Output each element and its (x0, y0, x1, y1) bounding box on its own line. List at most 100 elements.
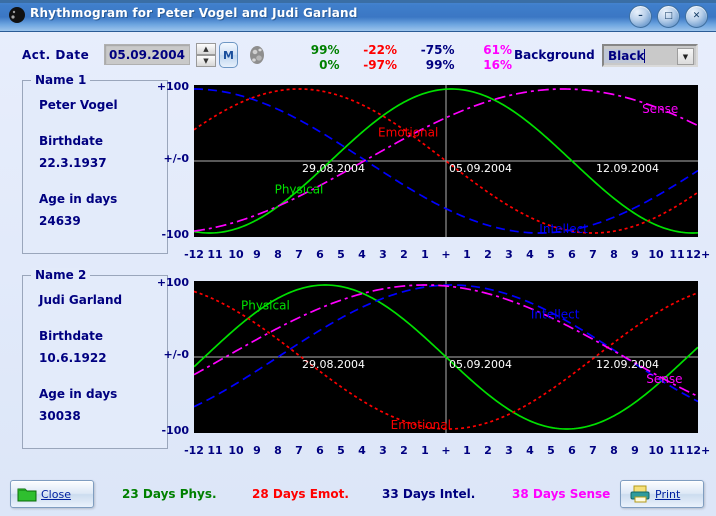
x-tick: 5 (337, 248, 345, 261)
text-caret (644, 48, 646, 63)
y-axis-chart-2: +100 +/-0 -100 (155, 276, 189, 438)
minimize-button[interactable]: – (629, 5, 652, 28)
background-label: Background (514, 48, 595, 62)
x-tick: 10 (228, 444, 244, 457)
person-2-birthdate-label: Birthdate (39, 329, 104, 343)
percent-readout: 99% -22% -75% 61% 0% -97% 99% 16% (282, 42, 512, 72)
x-tick: 10 (648, 248, 664, 261)
curve-label-physical: Physical (275, 183, 324, 197)
y-tick-mid-2: +/-0 (163, 348, 189, 361)
x-tick: 2 (484, 248, 492, 261)
date-marker-label: 12.09.2004 (596, 162, 659, 175)
person-2-panel: Name 2 Judi Garland Birthdate 10.6.1922 … (22, 268, 168, 449)
act-date-input[interactable]: 05.09.2004 (104, 44, 190, 65)
chart-person-1[interactable]: 29.08.2004 05.09.2004 12.09.2004 Physical Em… (194, 85, 698, 237)
x-tick: 11 (669, 248, 685, 261)
x-tick: -12 (184, 444, 204, 457)
percent-row-2: 0% -97% 99% 16% (282, 57, 512, 72)
person-1-birthdate-label: Birthdate (39, 134, 104, 148)
curve-label-sense: Sense (646, 372, 682, 386)
maximize-button[interactable]: □ (657, 5, 680, 28)
days-physical: 23 Days Phys. (122, 487, 217, 501)
x-tick: 11 (669, 444, 685, 457)
printer-icon (630, 485, 650, 503)
close-button-label: Close (41, 487, 71, 501)
date-marker-label: 29.08.2004 (302, 162, 365, 175)
x-tick: 1 (463, 248, 471, 261)
person-1-panel: Name 1 Peter Vogel Birthdate 22.3.1937 A… (22, 73, 168, 254)
y-tick-top-2: +100 (156, 276, 189, 289)
x-tick: 3 (379, 248, 387, 261)
x-tick: 2 (400, 248, 408, 261)
x-tick: 1 (463, 444, 471, 457)
background-selected-value: Black (604, 48, 645, 63)
print-button[interactable]: Print (620, 480, 704, 508)
date-marker-label: 05.09.2004 (449, 162, 512, 175)
x-tick: 4 (358, 444, 366, 457)
y-tick-top-1: +100 (156, 80, 189, 93)
x-tick: 12+ (685, 444, 711, 457)
window-controls: – □ ✕ (629, 5, 708, 28)
x-tick: 9 (253, 444, 261, 457)
x-tick: 2 (484, 444, 492, 457)
x-tick: + (441, 444, 451, 457)
days-sense: 38 Days Sense (512, 487, 611, 501)
x-tick: 3 (505, 444, 513, 457)
x-tick: 8 (610, 248, 618, 261)
x-tick: + (441, 248, 451, 261)
person-2-birthdate: 10.6.1922 (39, 351, 107, 365)
days-emotional: 28 Days Emot. (252, 487, 349, 501)
chevron-down-icon[interactable]: ▼ (677, 48, 694, 65)
x-axis-chart-1: -12 11 10 9 8 7 6 5 4 3 2 1 +1 2 3 4 5 6 7 8 9 10 11 12+ (184, 248, 710, 266)
close-window-button[interactable]: ✕ (685, 5, 708, 28)
date-stepper[interactable]: ▲ ▼ (196, 43, 216, 67)
x-tick: 8 (610, 444, 618, 457)
x-tick: 8 (274, 444, 282, 457)
person-2-age-days: 30038 (39, 409, 81, 423)
x-tick: 9 (631, 248, 639, 261)
curve-label-emotional: Emotional (391, 418, 451, 432)
curve-label-intellect: Intellect (531, 308, 580, 322)
y-axis-chart-1: +100 +/-0 -100 (155, 80, 189, 242)
person-2-age-label: Age in days (39, 387, 118, 401)
person-1-age-label: Age in days (39, 192, 118, 206)
month-button[interactable]: M (219, 42, 238, 68)
chart-person-2[interactable]: 29.08.2004 05.09.2004 12.09.2004 Physical Em… (194, 281, 698, 433)
y-tick-bottom-2: -100 (161, 424, 189, 437)
x-tick: 4 (358, 248, 366, 261)
x-tick: 11 (207, 444, 223, 457)
x-tick: 8 (274, 248, 282, 261)
percent-physical-2: 0% (319, 57, 340, 72)
x-axis-chart-2: -12 11 10 9 8 7 6 5 4 3 2 1 +1 2 3 4 5 6 7 8 9 10 11 12+ (184, 444, 710, 462)
background-select[interactable]: Black ▼ (602, 44, 698, 67)
curve-label-emotional: Emotional (378, 126, 438, 140)
curve-label-physical: Physical (241, 299, 290, 313)
close-button[interactable]: Close (10, 480, 94, 508)
percent-emotional-2: -97% (363, 57, 397, 72)
x-tick: 7 (589, 444, 597, 457)
percent-sense-2: 16% (483, 57, 512, 72)
percent-emotional-1: -22% (363, 42, 397, 57)
x-tick: 2 (400, 444, 408, 457)
x-tick: 4 (526, 444, 534, 457)
date-stepper-up[interactable]: ▲ (196, 43, 216, 55)
x-tick: 1 (421, 248, 429, 261)
date-stepper-down[interactable]: ▼ (196, 55, 216, 67)
x-tick: 5 (547, 444, 555, 457)
x-tick: 3 (379, 444, 387, 457)
curve-label-intellect: Intellect (539, 222, 588, 236)
person-1-birthdate: 22.3.1937 (39, 156, 107, 170)
person-1-age-days: 24639 (39, 214, 81, 228)
date-marker-label: 29.08.2004 (302, 358, 365, 371)
window-title: Rhythmogram for Peter Vogel and Judi Gar… (30, 6, 358, 20)
title-bar: Rhythmogram for Peter Vogel and Judi Gar… (0, 0, 716, 32)
x-tick: 12+ (685, 248, 711, 261)
moon-phase-icon[interactable] (247, 44, 267, 66)
x-tick: 1 (421, 444, 429, 457)
print-button-label: Print (655, 487, 681, 501)
curve-label-sense: Sense (642, 102, 678, 116)
x-tick: 4 (526, 248, 534, 261)
x-tick: 5 (337, 444, 345, 457)
date-marker-label: 05.09.2004 (449, 358, 512, 371)
x-tick: 10 (648, 444, 664, 457)
